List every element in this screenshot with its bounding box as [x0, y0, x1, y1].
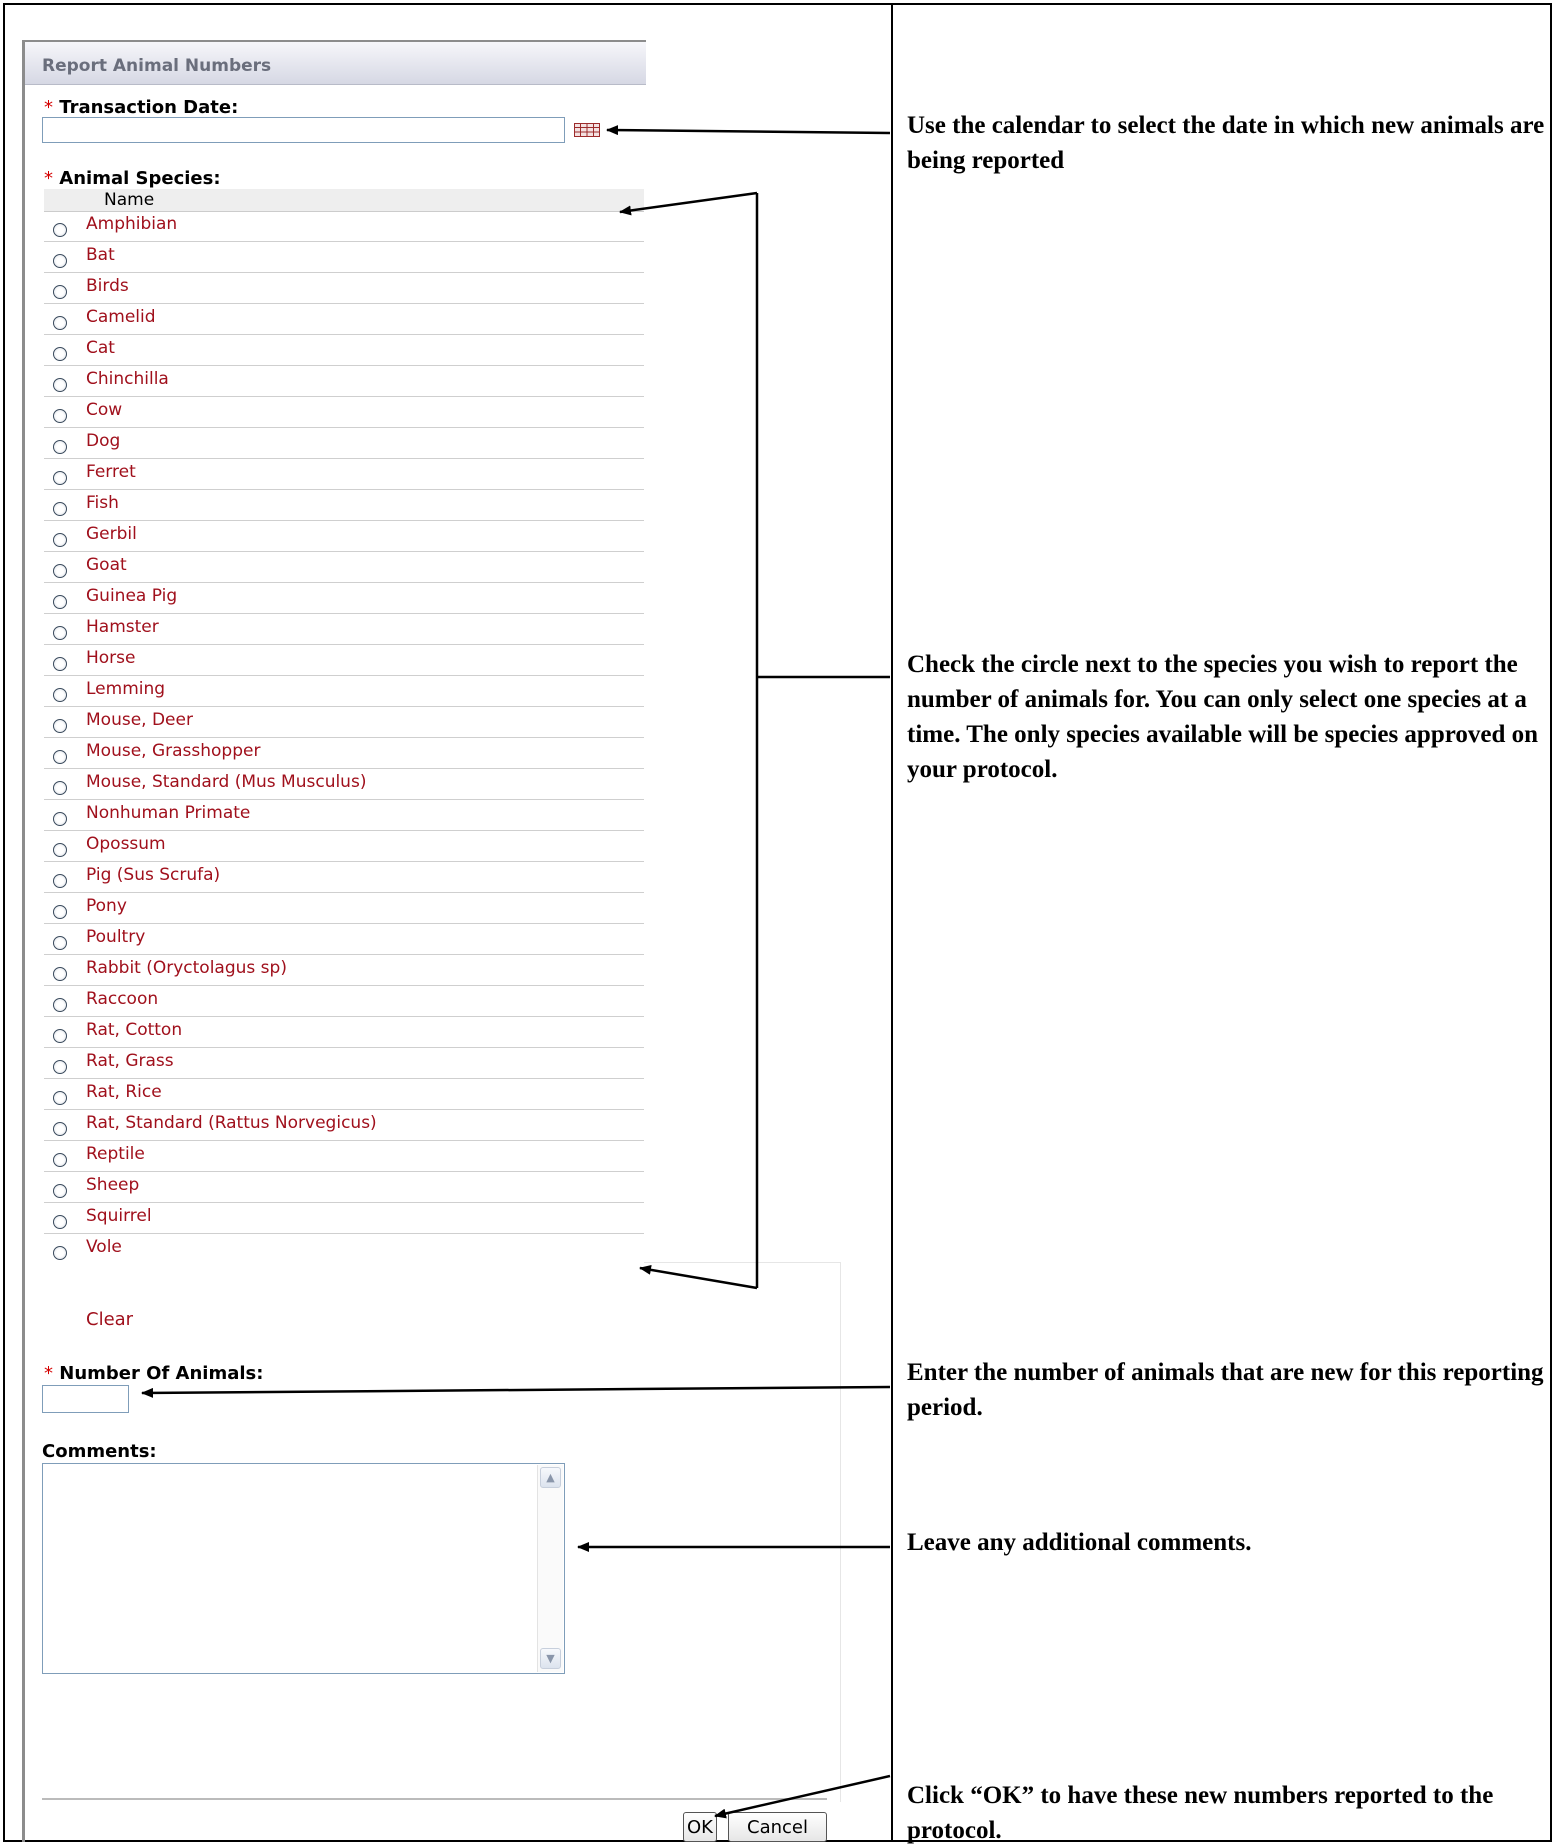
ok-arrow	[714, 1774, 891, 1819]
number-of-animals-arrow	[141, 1385, 891, 1398]
callout-arrows	[141, 125, 891, 1819]
calendar-arrow	[606, 125, 891, 136]
species-bracket-arrow	[619, 191, 890, 1290]
